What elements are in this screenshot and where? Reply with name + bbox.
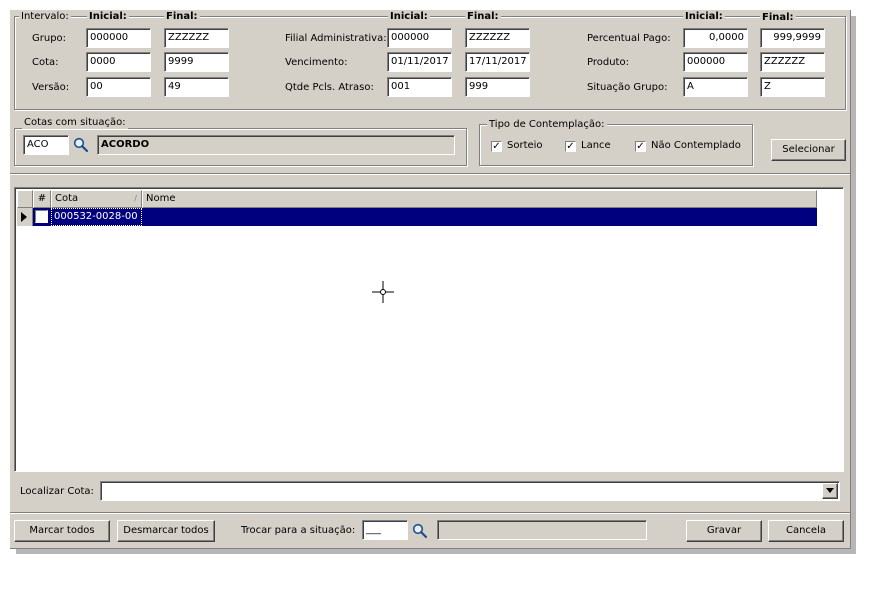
versao-final-input[interactable]: 49 bbox=[164, 77, 229, 97]
sorteio-label: Sorteio bbox=[507, 140, 543, 151]
filial-final-input[interactable]: ZZZZZZ bbox=[465, 28, 530, 48]
col1-inicial-label: Inicial: bbox=[87, 11, 129, 23]
percentual-inicial-input[interactable]: 0,0000 bbox=[683, 28, 748, 48]
row-cota-cell[interactable]: 000532-0028-00 bbox=[51, 208, 142, 226]
situacao-grupo-label: Situação Grupo: bbox=[587, 82, 668, 93]
cota-label: Cota: bbox=[32, 57, 59, 68]
col-nome-header[interactable]: Nome bbox=[142, 190, 817, 208]
desmarcar-todos-button[interactable]: Desmarcar todos bbox=[117, 520, 215, 542]
produto-inicial-input[interactable]: 000000 bbox=[683, 52, 748, 72]
situacao-final-input[interactable]: Z bbox=[760, 77, 825, 97]
nao-contemplado-label: Não Contemplado bbox=[651, 140, 741, 151]
lance-label: Lance bbox=[581, 140, 611, 151]
interval-legend: Intervalo: bbox=[19, 11, 71, 23]
grupo-label: Grupo: bbox=[32, 33, 67, 44]
qtde-final-input[interactable]: 999 bbox=[465, 77, 530, 97]
chevron-down-icon bbox=[826, 488, 834, 493]
col3-inicial-label: Inicial: bbox=[683, 11, 725, 23]
cota-final-input[interactable]: 9999 bbox=[164, 52, 229, 72]
grupo-inicial-input[interactable]: 000000 bbox=[86, 28, 151, 48]
row-nome-cell[interactable] bbox=[142, 208, 817, 226]
nao-contemplado-checkbox[interactable]: ✓ bbox=[635, 141, 646, 152]
row-checkbox[interactable] bbox=[35, 210, 48, 223]
bottom-divider bbox=[10, 512, 850, 514]
cotas-grid[interactable]: # Cota / Nome 000532-0028-00 bbox=[14, 187, 844, 472]
filial-label: Filial Administrativa: bbox=[285, 33, 387, 44]
col-cota-header-label: Cota bbox=[55, 193, 79, 204]
gravar-button[interactable]: Gravar bbox=[686, 520, 762, 542]
search-icon[interactable] bbox=[412, 523, 428, 539]
vencimento-inicial-input[interactable]: 01/11/2017 bbox=[387, 52, 452, 72]
vencimento-final-input[interactable]: 17/11/2017 bbox=[465, 52, 530, 72]
row-pointer-icon bbox=[21, 212, 27, 222]
localizar-label: Localizar Cota: bbox=[20, 486, 94, 497]
percentual-label: Percentual Pago: bbox=[587, 33, 671, 44]
situacao-code-input[interactable]: ACO bbox=[23, 135, 69, 155]
col3-final-label: Final: bbox=[760, 12, 796, 24]
cota-inicial-input[interactable]: 0000 bbox=[86, 52, 151, 72]
col1-final-label: Final: bbox=[164, 11, 200, 23]
versao-label: Versão: bbox=[32, 82, 70, 93]
localizar-input[interactable] bbox=[100, 481, 840, 501]
produto-final-input[interactable]: ZZZZZZ bbox=[760, 52, 825, 72]
col2-final-label: Final: bbox=[465, 11, 501, 23]
col-hash-header[interactable]: # bbox=[33, 190, 51, 208]
produto-label: Produto: bbox=[587, 57, 629, 68]
versao-inicial-input[interactable]: 00 bbox=[86, 77, 151, 97]
cancela-button[interactable]: Cancela bbox=[768, 520, 844, 542]
situacao-inicial-input[interactable]: A bbox=[683, 77, 748, 97]
cotas-situacao-legend: Cotas com situação: bbox=[22, 117, 128, 129]
row-checkbox-cell[interactable] bbox=[33, 208, 51, 226]
trocar-situacao-description bbox=[437, 520, 647, 540]
localizar-dropdown-button[interactable] bbox=[822, 483, 838, 499]
trocar-situacao-code-input[interactable]: ___ bbox=[362, 520, 408, 540]
col2-inicial-label: Inicial: bbox=[388, 11, 430, 23]
percentual-final-input[interactable]: 999,9999 bbox=[760, 28, 825, 48]
contemplacao-legend: Tipo de Contemplação: bbox=[487, 119, 607, 131]
sort-asc-icon: / bbox=[134, 194, 137, 203]
row-indicator[interactable] bbox=[17, 208, 33, 226]
selecionar-button[interactable]: Selecionar bbox=[771, 139, 846, 161]
situacao-description: ACORDO bbox=[97, 135, 455, 155]
vencimento-label: Vencimento: bbox=[285, 57, 348, 68]
row-indicator-header bbox=[17, 190, 33, 208]
qtde-inicial-input[interactable]: 001 bbox=[387, 77, 452, 97]
qtde-label: Qtde Pcls. Atraso: bbox=[285, 82, 374, 93]
col-cota-header[interactable]: Cota / bbox=[51, 190, 142, 208]
dialog-window: Intervalo: Inicial: Final: Inicial: Fina… bbox=[10, 10, 851, 549]
lance-checkbox[interactable]: ✓ bbox=[565, 141, 576, 152]
crosshair-cursor-icon bbox=[372, 281, 394, 303]
marcar-todos-button[interactable]: Marcar todos bbox=[14, 520, 110, 542]
divider bbox=[10, 173, 850, 175]
trocar-situacao-label: Trocar para a situação: bbox=[241, 525, 356, 536]
search-icon[interactable] bbox=[73, 137, 89, 153]
grupo-final-input[interactable]: ZZZZZZ bbox=[164, 28, 229, 48]
filial-inicial-input[interactable]: 000000 bbox=[387, 28, 452, 48]
sorteio-checkbox[interactable]: ✓ bbox=[491, 141, 502, 152]
